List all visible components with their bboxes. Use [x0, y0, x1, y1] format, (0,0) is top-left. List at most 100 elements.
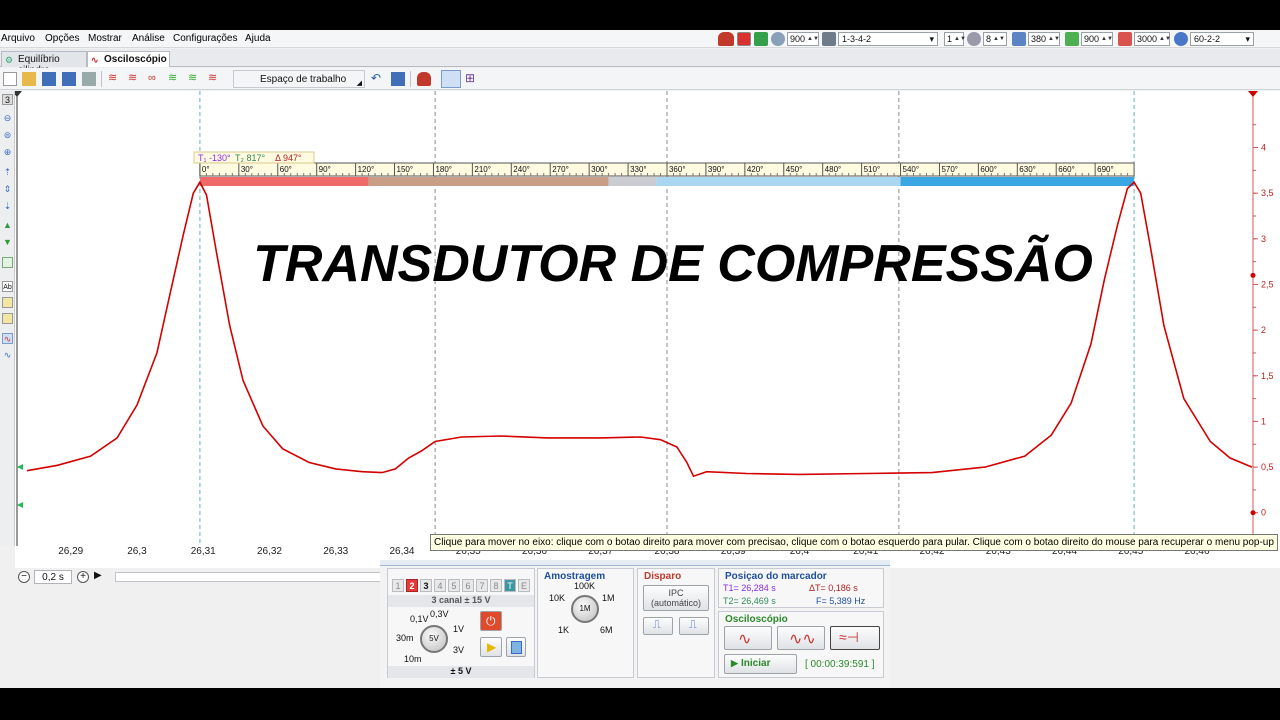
- trigger-falling-button[interactable]: ⎍: [679, 617, 709, 635]
- trigger-rising-button[interactable]: ⎍: [643, 617, 673, 635]
- waveform-icon: ∿: [91, 55, 99, 65]
- waveform-set-3-icon[interactable]: ≋: [168, 72, 182, 86]
- firing-order-select[interactable]: 1-3-4-2 ▾: [838, 32, 938, 46]
- menu-configuracoes[interactable]: Configurações: [173, 33, 237, 44]
- val-b-spinner[interactable]: 900 ▲▼: [1081, 32, 1113, 46]
- zoom-out-button[interactable]: −: [18, 571, 30, 583]
- falling-edge-icon: ⎍: [689, 619, 697, 631]
- padlock-open-icon[interactable]: [754, 32, 768, 46]
- print-icon[interactable]: [82, 72, 96, 86]
- zoom-out-icon[interactable]: ⊖: [2, 113, 13, 124]
- cyl-count-value: 8: [986, 34, 992, 44]
- tab-osciloscopio[interactable]: ∿ Osciloscópio: [87, 51, 170, 67]
- channel-button-t[interactable]: T: [504, 579, 516, 592]
- channel-button-5[interactable]: 5: [448, 579, 460, 592]
- trigger-mode-button[interactable]: IPC (automático): [643, 585, 709, 611]
- letterbox-bottom: [0, 688, 1280, 720]
- mode-select[interactable]: 60-2-2 ▾: [1190, 32, 1254, 46]
- zoom-in-icon[interactable]: ⊕: [2, 147, 13, 158]
- range-label-30m: 30m: [396, 633, 414, 643]
- val-c-value: 3000: [1137, 34, 1158, 44]
- channel-button-6[interactable]: 6: [462, 579, 474, 592]
- menu-opcoes[interactable]: Opções: [45, 33, 79, 44]
- sampling-knob[interactable]: 1M: [571, 595, 599, 623]
- new-file-icon[interactable]: [3, 72, 17, 86]
- zoom-in-button[interactable]: +: [77, 571, 89, 583]
- channel-button-7[interactable]: 7: [476, 579, 488, 592]
- cyl-count-spinner[interactable]: 8 ▲▼: [983, 32, 1007, 46]
- toolbar-separator: [101, 71, 102, 87]
- workspace-dropdown[interactable]: Espaço de trabalho ◢: [233, 70, 365, 88]
- channel-box: 12345678TE 3 canal ± 15 V 0,1V 0,3V 1V 3…: [387, 568, 535, 678]
- text-annotation-icon[interactable]: Ab: [2, 281, 13, 292]
- menu-arquivo[interactable]: Arquivo: [1, 33, 35, 44]
- y-tick-label: 2,5: [1261, 279, 1274, 289]
- panel-header: [380, 560, 890, 566]
- val-c-spinner[interactable]: 3000 ▲▼: [1134, 32, 1171, 46]
- open-folder-icon[interactable]: [22, 72, 36, 86]
- tab-equilibrio-cilindro[interactable]: ⚙ Equilíbrio cilindro: [1, 51, 87, 76]
- oscilloscope-plot[interactable]: 0 0,5 1 1,5 2 2,5 3 3,5 4 0° 30° 60° 90° 120° 150° 180…: [15, 91, 1280, 546]
- list-icon[interactable]: [2, 297, 13, 308]
- degree-label: 360°: [669, 165, 686, 174]
- arrow-down-icon[interactable]: ▼: [2, 237, 13, 248]
- multi-wave-button[interactable]: ∿∿: [777, 626, 825, 650]
- run-yellow-button[interactable]: ▶: [480, 637, 502, 657]
- channel-indicator[interactable]: 3: [2, 94, 13, 105]
- car-icon[interactable]: [718, 32, 734, 46]
- single-wave-button[interactable]: ∿: [724, 626, 772, 650]
- cursor-tool-icon[interactable]: [441, 70, 461, 88]
- timebase-value[interactable]: 0,2 s: [34, 570, 72, 584]
- val-a-spinner[interactable]: 380 ▲▼: [1028, 32, 1060, 46]
- range-knob-value: 5V: [429, 634, 439, 643]
- cursor-icon[interactable]: [2, 257, 13, 268]
- arrow-up-icon[interactable]: ▲: [2, 220, 13, 231]
- waveform-set-5-icon[interactable]: ≋: [208, 72, 222, 86]
- channel-button-e[interactable]: E: [518, 579, 530, 592]
- car-icon[interactable]: [417, 72, 431, 86]
- piston-red-icon: [1118, 32, 1132, 46]
- arrow-down-double-icon[interactable]: ⇣: [2, 201, 13, 212]
- degree-label: 60°: [280, 165, 292, 174]
- waveform-set-4-icon[interactable]: ≋: [188, 72, 202, 86]
- engine-controls: 900 ▲▼ 1-3-4-2 ▾ 1 ▲▼ 8 ▲▼ 380 ▲▼ 900 ▲▼ 3000 ▲…: [718, 32, 1254, 46]
- waveform-view-icon[interactable]: ∿: [2, 333, 13, 344]
- menu-analise[interactable]: Análise: [132, 33, 165, 44]
- power-button[interactable]: ⏻: [480, 611, 502, 631]
- trigger-mode-line2: (automático): [650, 598, 702, 608]
- channel-button-2[interactable]: 2: [406, 579, 418, 592]
- channel-button-8[interactable]: 8: [490, 579, 502, 592]
- menu-ajuda[interactable]: Ajuda: [245, 33, 271, 44]
- table-icon[interactable]: [2, 313, 13, 324]
- cylinder-spinner[interactable]: 1 ▲▼: [944, 32, 966, 46]
- save-as-icon[interactable]: [62, 72, 76, 86]
- waveform-set-1-icon[interactable]: ≋: [108, 72, 122, 86]
- channel-button-1[interactable]: 1: [392, 579, 404, 592]
- channel-button-4[interactable]: 4: [434, 579, 446, 592]
- save-icon[interactable]: [42, 72, 56, 86]
- play-icon: ▶: [487, 640, 497, 654]
- arrow-up-double-icon[interactable]: ⇡: [2, 167, 13, 178]
- cylinder-count-icon: [967, 32, 981, 46]
- waveform-set-2-icon[interactable]: ≋: [128, 72, 142, 86]
- start-button[interactable]: ▶ Iniciar: [724, 654, 797, 674]
- record-wave-button[interactable]: ≈⊣: [830, 626, 880, 650]
- range-knob[interactable]: 5V: [420, 625, 448, 653]
- channel-button-3[interactable]: 3: [420, 579, 432, 592]
- calculator-button[interactable]: [506, 637, 526, 657]
- grid-icon[interactable]: ⊞: [465, 72, 479, 86]
- trigger-mode-line1: IPC: [668, 588, 684, 598]
- lock-icon[interactable]: [737, 32, 751, 46]
- arrow-updown-icon[interactable]: ⇕: [2, 184, 13, 195]
- scroll-right-icon[interactable]: ▶: [94, 570, 102, 581]
- menu-mostrar[interactable]: Mostrar: [88, 33, 122, 44]
- save-workspace-icon[interactable]: [391, 72, 405, 86]
- undo-icon[interactable]: ↶: [371, 72, 385, 86]
- y-tick-label: 0: [1261, 508, 1266, 518]
- waveform-alt-icon[interactable]: ∿: [2, 350, 13, 361]
- waveform-link-icon[interactable]: ∞: [148, 72, 162, 86]
- degree-label: 240°: [513, 165, 530, 174]
- calculator-icon: [511, 641, 522, 654]
- zoom-reset-icon[interactable]: ⊜: [2, 130, 13, 141]
- rpm-spinner[interactable]: 900 ▲▼: [787, 32, 819, 46]
